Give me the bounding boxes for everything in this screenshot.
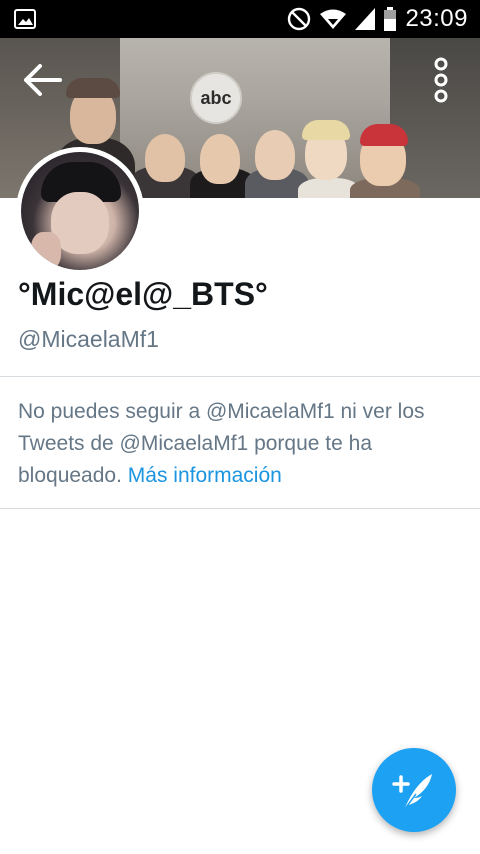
profile-display-name: °Mic@el@_BTS° xyxy=(18,276,268,312)
profile-handle: @MicaelaMf1 xyxy=(18,326,159,352)
cell-signal-icon xyxy=(355,8,376,30)
arrow-left-icon xyxy=(24,64,62,96)
banner-figure xyxy=(145,134,185,182)
avatar-image xyxy=(21,152,139,270)
image-notification-icon xyxy=(14,9,36,29)
blocked-notice: No puedes seguir a @MicaelaMf1 ni ver lo… xyxy=(18,396,468,492)
compose-tweet-icon xyxy=(392,774,432,811)
profile-avatar[interactable] xyxy=(16,147,144,275)
divider xyxy=(0,508,480,509)
back-button[interactable] xyxy=(20,62,68,98)
banner-figure-hair xyxy=(360,124,408,146)
banner-figure-hair xyxy=(66,78,120,98)
status-bar: 23:09 xyxy=(0,0,480,38)
compose-tweet-button[interactable] xyxy=(372,748,456,832)
banner-figure xyxy=(200,134,240,184)
status-icons: 23:09 xyxy=(287,0,468,38)
banner-figure xyxy=(255,130,295,180)
avatar-hand xyxy=(31,232,61,270)
more-info-link[interactable]: Más información xyxy=(128,464,282,487)
battery-icon xyxy=(384,7,397,31)
abc-logo: abc xyxy=(190,72,242,124)
do-not-disturb-icon xyxy=(288,7,311,31)
divider xyxy=(0,376,480,377)
banner-figure-hair xyxy=(302,120,350,140)
more-options-button[interactable] xyxy=(428,56,454,104)
wifi-icon xyxy=(320,9,347,29)
vertical-dots-icon xyxy=(434,57,448,103)
clock-time: 23:09 xyxy=(405,5,468,32)
